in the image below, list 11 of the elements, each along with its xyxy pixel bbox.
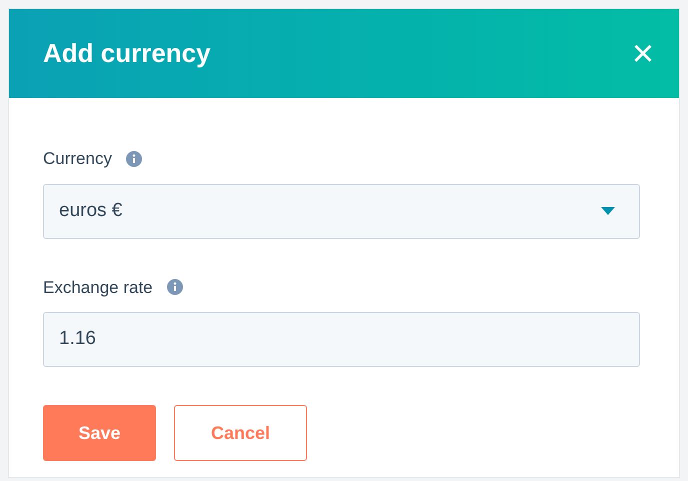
dialog-title: Add currency xyxy=(43,37,211,70)
field-label: Currency xyxy=(43,148,112,170)
save-button[interactable]: Save xyxy=(43,405,156,461)
rate-input-field[interactable]: 1.16 xyxy=(43,312,640,367)
info-icon[interactable] xyxy=(126,150,142,167)
field-label: Exchange rate xyxy=(43,276,153,298)
caret-icon xyxy=(601,207,615,215)
info-icon[interactable] xyxy=(166,279,183,296)
cancel-button[interactable]: Cancel xyxy=(174,405,307,461)
currency-dropdown[interactable]: euros € xyxy=(43,184,640,238)
close-button[interactable]: × xyxy=(625,36,661,72)
